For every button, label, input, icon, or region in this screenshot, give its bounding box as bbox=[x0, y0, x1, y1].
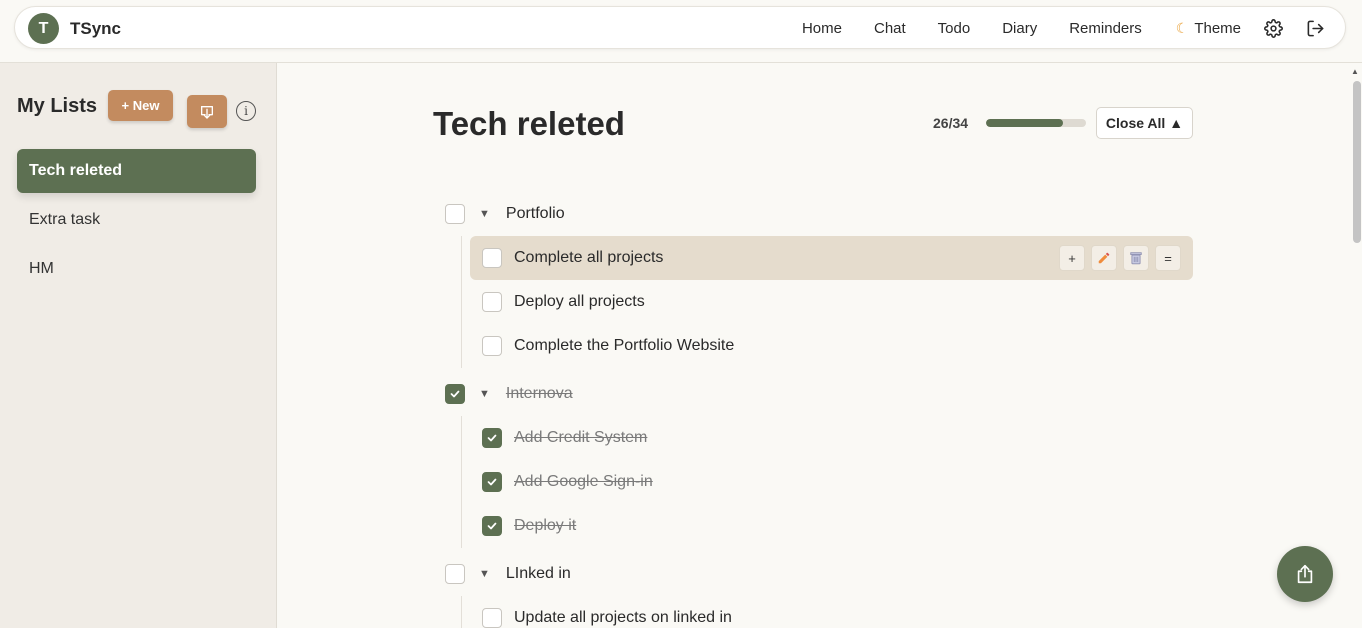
group-checkbox[interactable] bbox=[445, 204, 465, 224]
nav-diary[interactable]: Diary bbox=[1002, 20, 1037, 37]
settings-button[interactable] bbox=[1263, 19, 1283, 39]
check-icon bbox=[487, 434, 497, 442]
group-checkbox[interactable] bbox=[445, 564, 465, 584]
task-row[interactable]: Deploy it bbox=[470, 504, 1193, 548]
trash-icon bbox=[1130, 252, 1142, 265]
navbar-container: T TSync Home Chat Todo Diary Reminders ☾… bbox=[14, 6, 1346, 49]
add-subtask-button[interactable]: + bbox=[1059, 245, 1085, 271]
nav-home[interactable]: Home bbox=[802, 20, 842, 37]
share-button[interactable] bbox=[1277, 546, 1333, 602]
sidebar-item-tech-releted[interactable]: Tech releted bbox=[17, 149, 256, 193]
main-content: Tech releted 26/34 Close All ▲ ▼ Portfol… bbox=[277, 63, 1350, 628]
sidebar-title: My Lists bbox=[17, 95, 98, 117]
sidebar-item-hm[interactable]: HM bbox=[17, 247, 256, 291]
task-label[interactable]: Deploy all projects bbox=[514, 293, 645, 311]
nav-chat[interactable]: Chat bbox=[874, 20, 906, 37]
download-button[interactable] bbox=[187, 95, 227, 128]
check-icon bbox=[487, 478, 497, 486]
tree-guide-line bbox=[461, 416, 462, 548]
pencil-icon bbox=[1098, 252, 1110, 264]
group-label[interactable]: Internova bbox=[506, 385, 573, 403]
progress-count: 26/34 bbox=[933, 115, 969, 131]
task-row[interactable]: Complete all projects + = bbox=[470, 236, 1193, 280]
new-list-button[interactable]: + New bbox=[108, 90, 173, 121]
task-checkbox[interactable] bbox=[482, 248, 502, 268]
task-label[interactable]: Deploy it bbox=[514, 517, 576, 535]
tree-guide-line bbox=[461, 236, 462, 368]
group-row-linked-in[interactable]: ▼ LInked in bbox=[445, 552, 1205, 596]
theme-toggle[interactable]: ☾ Theme bbox=[1176, 20, 1241, 37]
group-checkbox[interactable] bbox=[445, 384, 465, 404]
task-row[interactable]: Deploy all projects bbox=[470, 280, 1193, 324]
group-row-portfolio[interactable]: ▼ Portfolio bbox=[445, 192, 1205, 236]
drag-handle[interactable]: = bbox=[1155, 245, 1181, 271]
task-checkbox[interactable] bbox=[482, 516, 502, 536]
task-checkbox[interactable] bbox=[482, 608, 502, 628]
group-label[interactable]: Portfolio bbox=[506, 205, 565, 223]
share-icon bbox=[1297, 564, 1313, 584]
delete-button[interactable] bbox=[1123, 245, 1149, 271]
check-icon bbox=[450, 390, 460, 398]
download-icon bbox=[201, 105, 213, 119]
app-name[interactable]: TSync bbox=[70, 19, 121, 39]
task-label[interactable]: Complete all projects bbox=[514, 249, 663, 267]
task-label[interactable]: Update all projects on linked in bbox=[514, 609, 732, 627]
close-all-button[interactable]: Close All ▲ bbox=[1096, 107, 1193, 139]
top-navbar: T TSync Home Chat Todo Diary Reminders ☾… bbox=[0, 0, 1362, 63]
task-row[interactable]: Update all projects on linked in bbox=[470, 596, 1193, 628]
task-label[interactable]: Add Google Sign-in bbox=[514, 473, 653, 491]
scrollbar[interactable]: ▲ bbox=[1350, 63, 1362, 628]
progress-bar bbox=[986, 119, 1086, 127]
task-actions: + = bbox=[1053, 245, 1181, 271]
collapse-caret-icon[interactable]: ▼ bbox=[479, 208, 490, 220]
nav-links: Home Chat Todo Diary Reminders ☾ Theme bbox=[802, 7, 1325, 50]
collapse-caret-icon[interactable]: ▼ bbox=[479, 568, 490, 580]
moon-icon: ☾ bbox=[1175, 20, 1189, 36]
task-checkbox[interactable] bbox=[482, 472, 502, 492]
sidebar-item-extra-task[interactable]: Extra task bbox=[17, 198, 256, 242]
info-icon[interactable]: i bbox=[236, 101, 256, 121]
nav-reminders[interactable]: Reminders bbox=[1069, 20, 1142, 37]
nav-todo[interactable]: Todo bbox=[938, 20, 971, 37]
group-row-internova[interactable]: ▼ Internova bbox=[445, 372, 1205, 416]
progress-fill bbox=[986, 119, 1063, 127]
task-checkbox[interactable] bbox=[482, 336, 502, 356]
theme-label: Theme bbox=[1194, 20, 1241, 37]
task-label[interactable]: Complete the Portfolio Website bbox=[514, 337, 734, 355]
tree-guide-line bbox=[461, 596, 462, 628]
page-title: Tech releted bbox=[433, 105, 625, 142]
task-row[interactable]: Complete the Portfolio Website bbox=[470, 324, 1193, 368]
check-icon bbox=[487, 522, 497, 530]
scrollbar-thumb[interactable] bbox=[1353, 81, 1361, 243]
task-row[interactable]: Add Google Sign-in bbox=[470, 460, 1193, 504]
group-label[interactable]: LInked in bbox=[506, 565, 571, 583]
task-row[interactable]: Add Credit System bbox=[470, 416, 1193, 460]
task-checkbox[interactable] bbox=[482, 428, 502, 448]
task-checkbox[interactable] bbox=[482, 292, 502, 312]
edit-button[interactable] bbox=[1091, 245, 1117, 271]
collapse-caret-icon[interactable]: ▼ bbox=[479, 388, 490, 400]
avatar[interactable]: T bbox=[28, 13, 59, 44]
gear-icon bbox=[1263, 19, 1283, 38]
scroll-up-arrow-icon[interactable]: ▲ bbox=[1351, 67, 1359, 76]
task-label[interactable]: Add Credit System bbox=[514, 429, 647, 447]
logout-button[interactable] bbox=[1305, 19, 1325, 39]
sidebar: My Lists + New i Tech releted Extra task… bbox=[0, 63, 277, 628]
logout-icon bbox=[1307, 20, 1323, 37]
